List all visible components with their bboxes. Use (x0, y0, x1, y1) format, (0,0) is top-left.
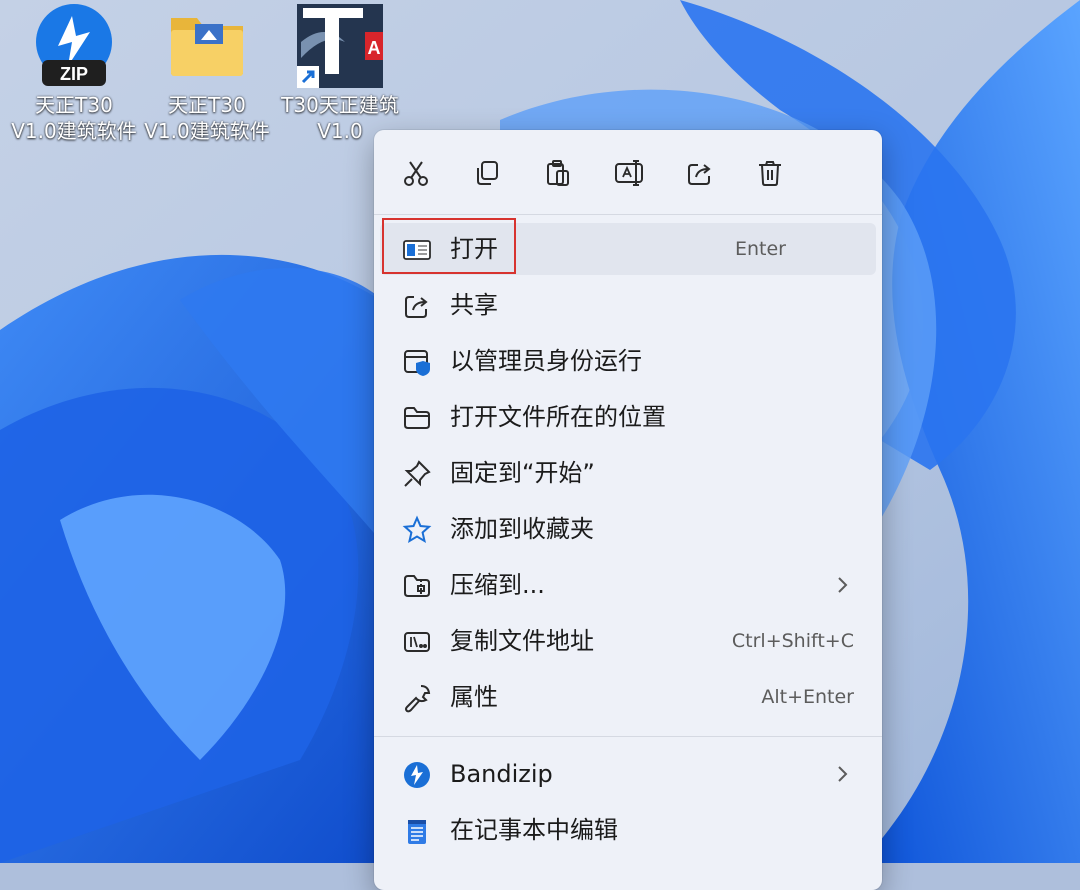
paste-button[interactable] (535, 150, 581, 196)
share-icon (688, 164, 711, 185)
pin-icon (404, 460, 431, 487)
desktop-icon-tarch-folder[interactable]: 天正T30 V1.0建筑软件 (137, 2, 277, 144)
folder-outline-icon (404, 407, 430, 429)
menu-item-copy-path[interactable]: 复制文件地址 Ctrl+Shift+C (380, 615, 876, 667)
wrench-icon (405, 685, 431, 713)
menu-item-open-file-location[interactable]: 打开文件所在的位置 (380, 391, 876, 443)
menu-item-label: 复制文件地址 (450, 627, 594, 655)
desktop-icon-label: 天正T30 V1.0建筑软件 (11, 93, 137, 143)
menu-item-label: 在记事本中编辑 (450, 816, 618, 844)
menu-item-label: 固定到“开始” (450, 459, 595, 487)
notepad-icon (408, 820, 426, 844)
tarch-app-shortcut-icon: A (297, 4, 383, 88)
menu-item-add-to-favorites[interactable]: 添加到收藏夹 (380, 503, 876, 555)
chevron-right-icon (838, 766, 848, 782)
desktop-icon-tarch-zip[interactable]: ZIP 天正T30 V1.0建筑软件 (4, 2, 144, 144)
rename-icon (615, 160, 643, 186)
copy-icon (477, 161, 498, 185)
chevron-right-icon (838, 577, 848, 593)
menu-item-label: 压缩到... (450, 571, 545, 599)
rename-button[interactable] (606, 150, 652, 196)
cut-button[interactable] (393, 150, 439, 196)
desktop-icon-tarch-shortcut[interactable]: A T30天正建筑 V1.0 (270, 2, 410, 144)
menu-separator (374, 214, 882, 215)
zip-folder-icon (404, 575, 430, 597)
menu-item-shortcut: Enter (735, 238, 786, 260)
context-menu-toolbar (374, 130, 882, 214)
menu-item-shortcut: Alt+Enter (761, 686, 854, 708)
bandizip-icon (404, 762, 430, 788)
delete-button[interactable] (747, 150, 793, 196)
menu-item-edit-in-notepad[interactable]: 在记事本中编辑 (380, 804, 876, 856)
zip-archive-icon: ZIP (36, 4, 112, 86)
path-icon (404, 632, 430, 652)
menu-item-run-as-admin[interactable]: 以管理员身份运行 (380, 335, 876, 387)
menu-separator (374, 736, 882, 737)
svg-text:ZIP: ZIP (60, 64, 88, 84)
menu-item-label: 以管理员身份运行 (450, 347, 642, 375)
star-icon (402, 515, 432, 544)
copy-button[interactable] (464, 150, 510, 196)
menu-item-shortcut: Ctrl+Shift+C (731, 630, 854, 652)
menu-item-bandizip[interactable]: Bandizip (380, 748, 876, 800)
clipboard-icon (547, 160, 569, 186)
menu-item-label: Bandizip (450, 760, 553, 788)
menu-item-label: 打开文件所在的位置 (450, 403, 666, 431)
menu-item-label: 添加到收藏夹 (450, 515, 594, 543)
menu-item-share[interactable]: 共享 (380, 279, 876, 331)
scissors-icon (404, 161, 428, 186)
desktop-icon-label: 天正T30 V1.0建筑软件 (144, 93, 270, 143)
trash-icon (759, 161, 781, 186)
menu-item-label: 属性 (450, 683, 498, 711)
share-icon (405, 296, 428, 318)
menu-item-label: 共享 (450, 291, 498, 319)
menu-item-pin-to-start[interactable]: 固定到“开始” (380, 447, 876, 499)
menu-item-properties[interactable]: 属性 Alt+Enter (380, 671, 876, 723)
folder-icon (171, 18, 243, 76)
share-button[interactable] (677, 150, 723, 196)
admin-shield-icon (404, 350, 430, 376)
menu-item-compress-to[interactable]: 压缩到... (380, 559, 876, 611)
annotation-highlight-box (382, 218, 516, 274)
app-badge-letter: A (368, 38, 381, 58)
